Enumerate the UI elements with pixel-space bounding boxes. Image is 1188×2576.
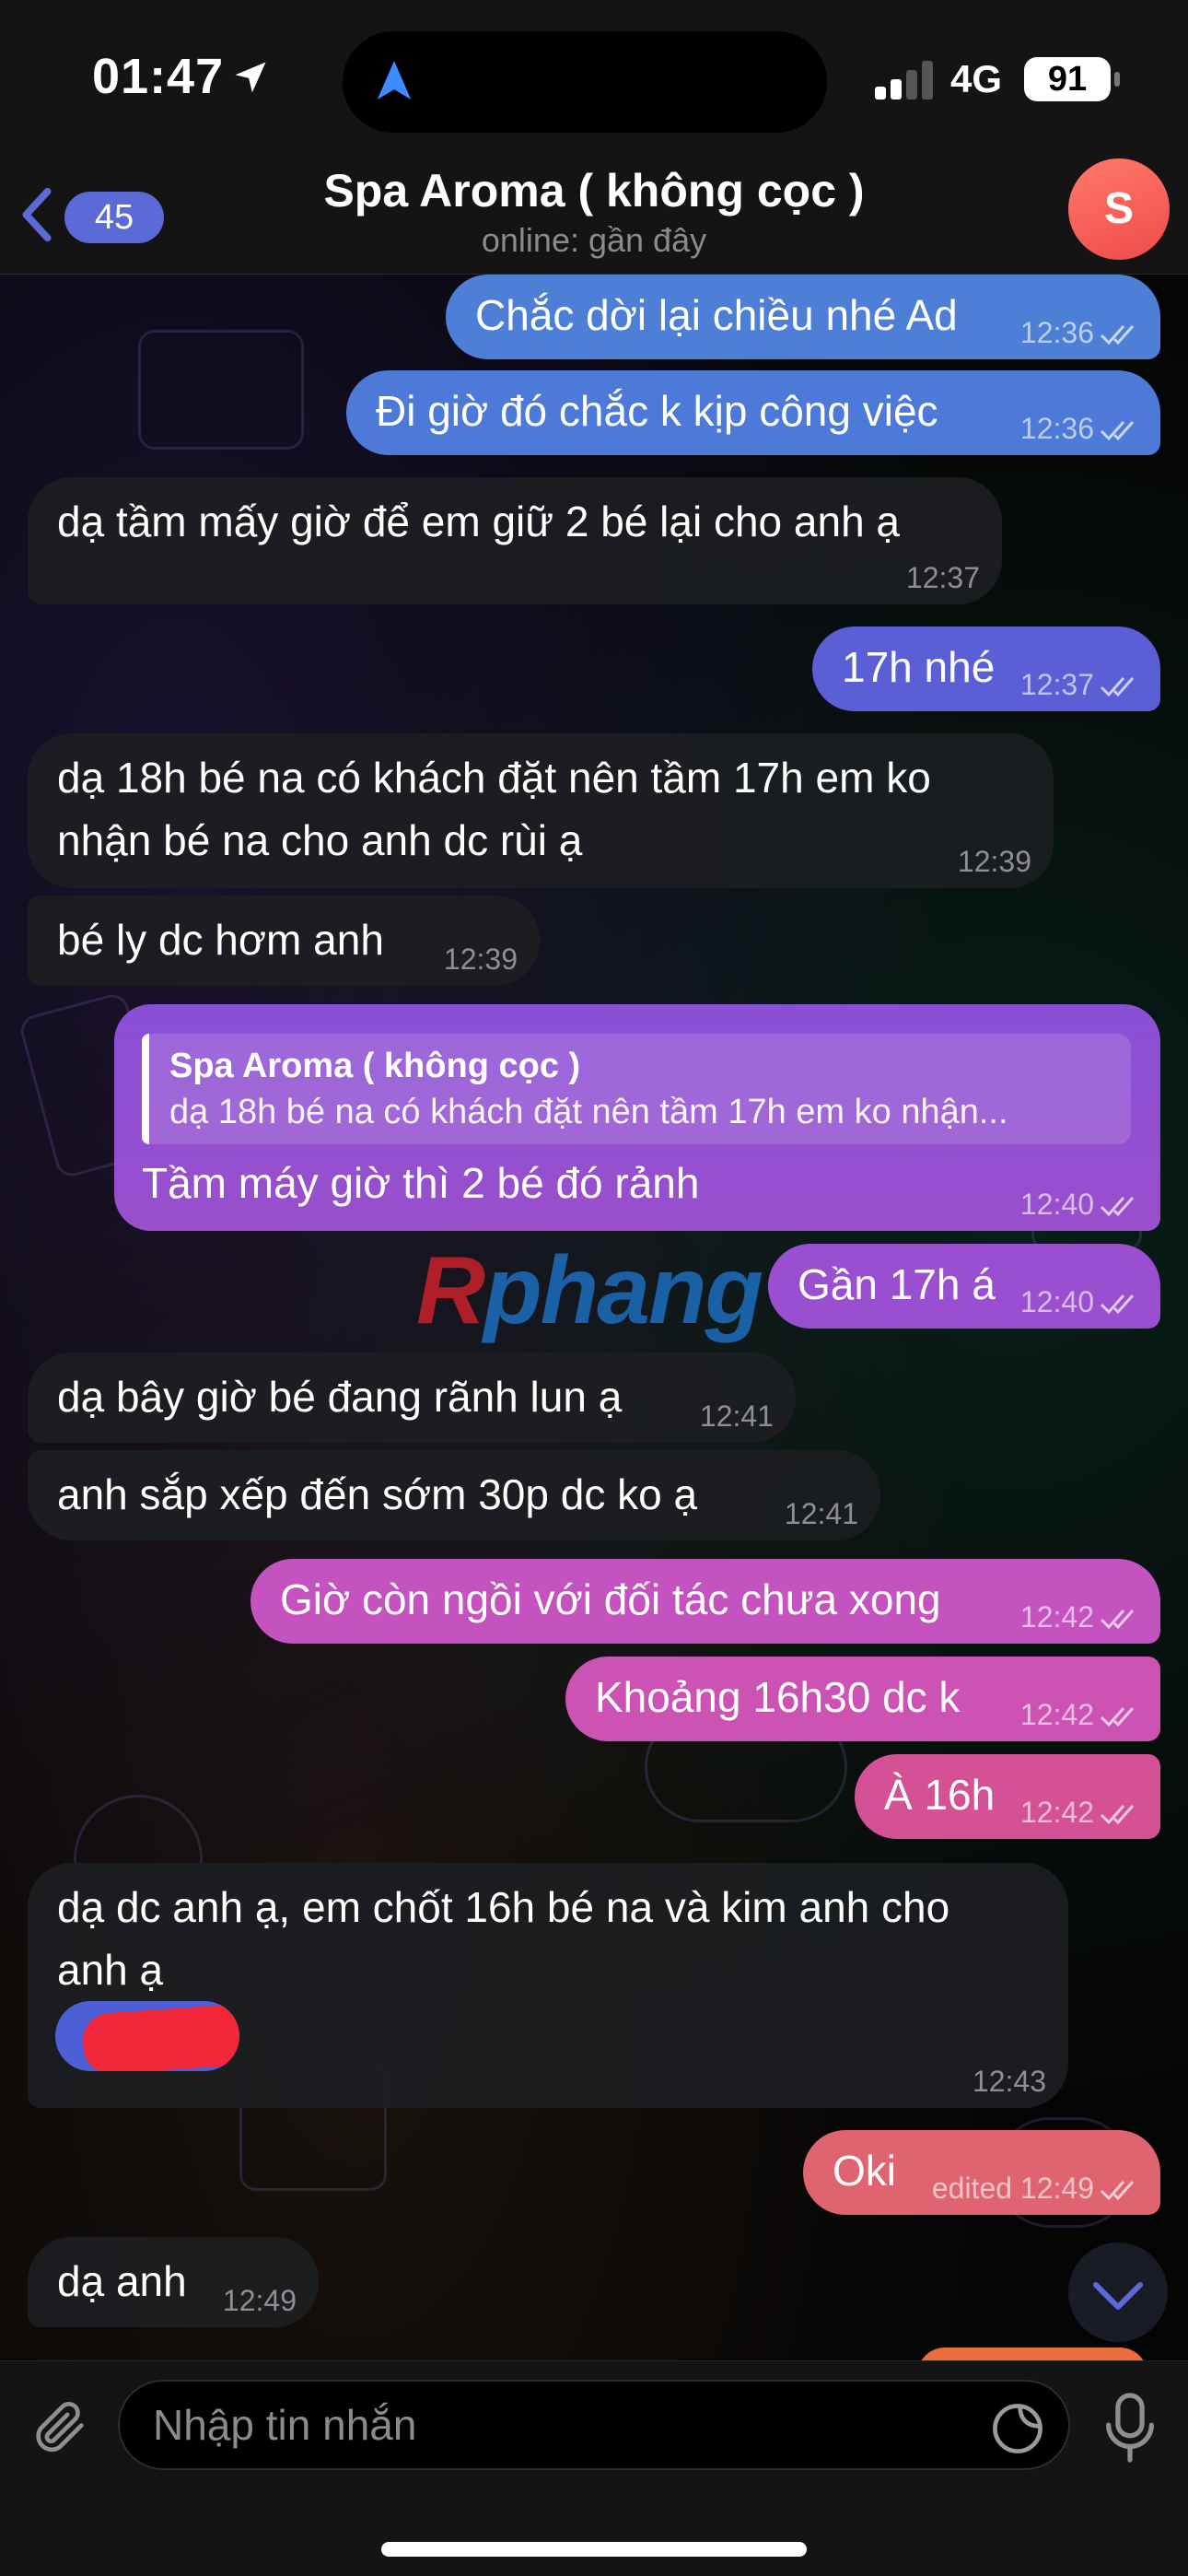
message-meta: 12:41 [784,1497,858,1530]
message-meta: 12:41 [699,1399,774,1433]
avatar[interactable]: S [1068,158,1170,260]
double-check-icon [1100,325,1135,345]
message-bubble-outgoing[interactable]: Gần 17h á 12:40 [768,1244,1160,1329]
battery-icon: 91 [1024,57,1120,101]
message-text: bé ly dc hơm anh [57,916,384,964]
message-bubble-incoming[interactable]: dạ anh 12:49 [28,2237,319,2327]
message-bubble-incoming[interactable]: anh sắp xếp đến sớm 30p dc ko ạ 12:41 [28,1450,880,1540]
message-meta: 12:36 [1020,316,1140,350]
message-bubble-incoming[interactable]: dạ bây giờ bé đang rãnh lun ạ 12:41 [28,1352,796,1443]
double-check-icon [1100,1294,1135,1315]
watermark-logo: Rphang [416,1237,763,1344]
dynamic-island [343,31,827,133]
double-check-icon [1100,1197,1135,1217]
paperclip-icon[interactable] [28,2395,92,2459]
message-meta: 12:42 [1020,1796,1140,1830]
message-text: Gần 17h á [798,1260,996,1308]
message-text: dạ 18h bé na có khách đặt nên tầm 17h em… [57,754,931,802]
reply-quote[interactable]: Spa Aroma ( không cọc ) dạ 18h bé na có … [142,1034,1131,1144]
home-indicator [381,2542,807,2557]
message-bubble-outgoing[interactable]: Chắc dời lại chiều nhé Ad 12:36 [446,275,1160,359]
chat-header: 45 Spa Aroma ( không cọc ) online: gần đ… [0,157,1188,275]
message-text: Oki [833,2147,896,2195]
reply-sender: Spa Aroma ( không cọc ) [169,1047,581,1085]
double-check-icon [1100,1707,1135,1727]
double-check-icon [1100,1805,1135,1825]
network-label: 4G [950,57,1003,100]
message-meta: 12:40 [1020,1188,1140,1222]
message-text: dạ dc anh ạ, em chốt 16h bé na và kim an… [57,1883,950,1931]
redacted-attachment[interactable] [55,2001,239,2071]
double-check-icon [1100,421,1135,441]
message-bubble-outgoing-reply[interactable]: Spa Aroma ( không cọc ) dạ 18h bé na có … [114,1004,1160,1231]
message-text: dạ anh [57,2257,187,2305]
message-bubble-outgoing[interactable]: À 16h 12:42 [855,1754,1160,1839]
double-check-icon [1100,1610,1135,1630]
message-text: Chắc dời lại chiều nhé Ad [475,291,958,339]
microphone-icon[interactable] [1098,2389,1162,2466]
message-meta: 12:40 [1020,1285,1140,1319]
message-text: anh sắp xếp đến sớm 30p dc ko ạ [57,1470,698,1518]
message-text: Tầm máy giờ thì 2 bé đó rảnh [142,1159,700,1207]
message-input-container [118,2380,1070,2470]
message-meta: 12:39 [443,943,518,976]
message-bubble-incoming[interactable]: dạ 18h bé na có khách đặt nên tầm 17h em… [28,733,1054,888]
signal-icon [875,61,934,100]
message-bubble-incoming[interactable]: bé ly dc hơm anh 12:39 [28,896,540,986]
message-text: À 16h [884,1771,996,1819]
double-check-icon [1100,677,1135,697]
message-bubble-outgoing[interactable]: 17h nhé 12:37 [812,626,1160,711]
location-arrow-icon [235,62,266,93]
message-meta: 12:42 [1020,1698,1140,1732]
double-check-icon [1100,2181,1135,2201]
navigation-icon [377,61,412,100]
message-bubble-outgoing[interactable]: Đi giờ đó chắc k kịp công việc 12:36 [346,370,1160,455]
message-bubble-outgoing[interactable]: Giờ còn ngồi với đối tác chưa xong 12:42 [250,1559,1160,1644]
status-bar: 01:47 4G 91 [0,0,1188,157]
background-doodle [138,330,304,450]
message-input[interactable] [153,2382,963,2468]
message-text: Khoảng 16h30 dc k [595,1673,961,1721]
message-text: dạ bây giờ bé đang rãnh lun ạ [57,1373,623,1421]
message-meta: 12:39 [957,845,1031,878]
message-meta: 12:37 [905,561,980,594]
chat-messages[interactable]: Rphang Chắc dời lại chiều nhé Ad 12:36 Đ… [0,275,1188,2360]
message-composer [0,2360,1188,2576]
chevron-down-icon [1093,2282,1143,2310]
chat-title[interactable]: Spa Aroma ( không cọc ) [0,164,1188,217]
message-meta: 12:43 [972,2065,1046,2098]
reply-text: dạ 18h bé na có khách đặt nên tầm 17h em… [169,1093,1008,1131]
message-meta: edited 12:49 [932,2172,1140,2206]
message-text: 17h nhé [842,643,996,691]
message-text: nhận bé na cho anh dc rùi ạ [57,816,583,864]
message-text: anh ạ [57,1946,164,1994]
message-meta: 12:36 [1020,412,1140,446]
message-text: dạ tầm mấy giờ để em giữ 2 bé lại cho an… [57,498,901,545]
sticker-icon[interactable] [989,2400,1046,2457]
message-meta: 12:42 [1020,1600,1140,1634]
message-text: Đi giờ đó chắc k kịp công việc [376,387,938,435]
message-bubble-outgoing[interactable]: Khoảng 16h30 dc k 12:42 [565,1657,1160,1741]
message-meta: 12:49 [222,2284,297,2317]
scroll-to-bottom-button[interactable] [1068,2242,1168,2342]
message-bubble-incoming[interactable]: dạ dc anh ạ, em chốt 16h bé na và kim an… [28,1863,1068,2108]
message-text: Giờ còn ngồi với đối tác chưa xong [280,1575,941,1623]
status-time: 01:47 [92,49,225,104]
message-bubble-incoming[interactable]: dạ tầm mấy giờ để em giữ 2 bé lại cho an… [28,477,1002,604]
message-meta: 12:37 [1020,668,1140,702]
chat-status: online: gần đây [481,221,707,259]
message-bubble-outgoing[interactable]: Oki edited 12:49 [803,2130,1160,2215]
